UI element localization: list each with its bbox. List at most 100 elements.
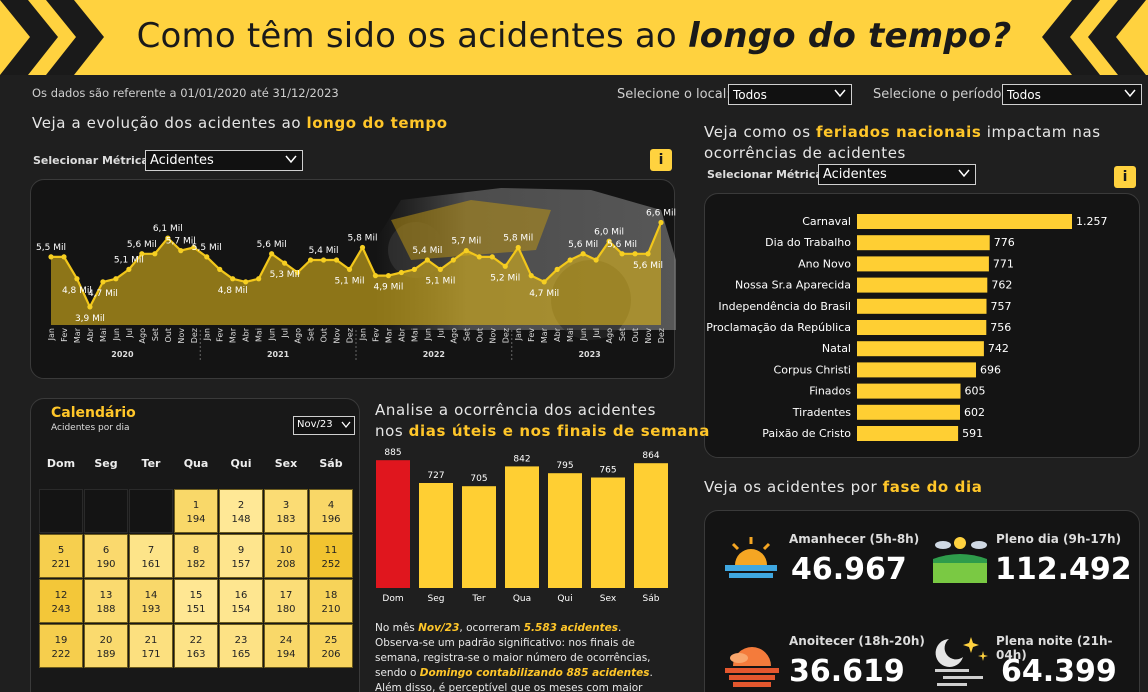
evolution-point[interactable] [61,254,67,260]
evolution-point[interactable] [359,244,366,251]
calendar-day-cell[interactable]: 2 148 [219,489,263,533]
weekday-bar[interactable] [505,466,539,588]
evolution-point[interactable] [437,266,443,272]
calendar-day-cell[interactable]: 22 163 [174,624,218,668]
evolution-point[interactable] [554,266,560,272]
calendar-day-cell[interactable]: 12 243 [39,579,83,623]
holiday-bar[interactable] [857,383,961,399]
holiday-bar[interactable] [857,298,987,314]
evolution-point[interactable] [593,257,599,263]
holiday-bar[interactable] [857,214,1072,229]
calendar-month-select[interactable]: Nov/23 [293,416,355,435]
evolution-point[interactable] [502,263,508,269]
evolution-point[interactable] [528,273,534,279]
evolution-month-tick: Mai [255,328,264,342]
evolution-point[interactable] [152,251,158,257]
holiday-bar[interactable] [857,404,960,420]
holiday-bar[interactable] [857,341,984,357]
holiday-bar[interactable] [857,235,990,251]
calendar-day-cell[interactable]: 20 189 [84,624,128,668]
evolution-point[interactable] [269,251,275,257]
evolution-point[interactable] [385,273,392,279]
calendar-day-number: 1 [192,500,200,511]
evolution-point[interactable] [204,254,210,260]
evolution-metric-select[interactable]: Acidentes [145,150,303,171]
local-select[interactable]: Todos [728,84,852,105]
holiday-bar[interactable] [857,320,987,335]
evolution-month-tick: Jun [268,328,277,342]
info-icon[interactable]: i [1114,166,1136,188]
calendar-day-cell[interactable]: 19 222 [39,624,83,668]
evolution-point[interactable] [87,304,93,310]
calendar-day-cell[interactable]: 18 210 [309,579,353,623]
holiday-bar[interactable] [857,426,959,441]
calendar-day-cell[interactable]: 14 193 [129,579,173,623]
holiday-bar[interactable] [857,277,988,293]
evolution-data-label: 5,1 Mil [335,276,365,286]
evolution-point[interactable] [113,276,119,282]
periodo-select[interactable]: Todos [1002,84,1142,105]
evolution-point[interactable] [489,254,495,260]
holiday-bar[interactable] [857,256,989,272]
evolution-point[interactable] [580,251,586,257]
evolution-point[interactable] [450,257,456,263]
calendar-day-cell[interactable]: 4 196 [309,489,353,533]
calendar-day-cell[interactable]: 10 208 [264,534,308,578]
evolution-point[interactable] [333,257,340,263]
calendar-day-cell[interactable]: 3 183 [264,489,308,533]
evolution-point[interactable] [74,276,80,282]
calendar-day-cell[interactable]: 21 171 [129,624,173,668]
calendar-day-cell[interactable]: 16 154 [219,579,263,623]
evolution-point[interactable] [320,257,327,263]
calendar-day-cell[interactable]: 11 252 [309,534,353,578]
calendar-day-cell[interactable]: 15 151 [174,579,218,623]
evolution-point[interactable] [541,279,547,285]
info-icon[interactable]: i [650,149,672,171]
calendar-day-cell[interactable]: 9 157 [219,534,263,578]
holiday-bar[interactable] [857,362,976,378]
weekday-bar[interactable] [591,477,625,589]
calendar-day-cell[interactable]: 8 182 [174,534,218,578]
evolution-point[interactable] [178,248,184,254]
calendar-day-value: 163 [186,649,206,660]
calendar-day-cell[interactable]: 17 180 [264,579,308,623]
evolution-point[interactable] [463,248,469,254]
calendar-day-cell[interactable]: 24 194 [264,624,308,668]
holidays-metric-select[interactable]: Acidentes [818,164,976,185]
evolution-point[interactable] [476,254,482,260]
calendar-day-cell[interactable]: 6 190 [84,534,128,578]
evolution-point[interactable] [398,269,405,276]
calendar-day-cell[interactable]: 13 188 [84,579,128,623]
evolution-point[interactable] [372,273,379,279]
evolution-point[interactable] [48,254,54,260]
evolution-point[interactable] [424,257,430,263]
evolution-point[interactable] [619,251,625,257]
evolution-point[interactable] [632,251,638,257]
evolution-point[interactable] [100,279,106,285]
evolution-point[interactable] [515,244,521,251]
evolution-point[interactable] [307,257,314,263]
evolution-point[interactable] [256,276,262,282]
evolution-point[interactable] [411,266,418,272]
evolution-point[interactable] [567,257,573,263]
weekday-bar[interactable] [376,460,410,588]
weekday-bar[interactable] [462,486,496,588]
calendar-day-cell[interactable]: 1 194 [174,489,218,533]
phase-value-plena-noite: 64.399 [1001,654,1117,689]
evolution-point[interactable] [658,219,664,226]
calendar-day-cell[interactable]: 7 161 [129,534,173,578]
weekday-bar[interactable] [634,463,668,588]
evolution-point[interactable] [126,266,132,272]
evolution-point[interactable] [230,276,236,282]
evolution-point[interactable] [645,251,651,257]
evolution-point[interactable] [346,266,353,272]
evolution-point[interactable] [243,279,249,285]
calendar-day-cell[interactable]: 25 206 [309,624,353,668]
evolution-point[interactable] [282,260,288,266]
weekday-bar[interactable] [419,483,453,588]
calendar-day-cell[interactable]: 5 221 [39,534,83,578]
evolution-point[interactable] [217,266,223,272]
holiday-label: Ano Novo [798,257,851,270]
calendar-day-cell[interactable]: 23 165 [219,624,263,668]
weekday-bar[interactable] [548,473,582,588]
